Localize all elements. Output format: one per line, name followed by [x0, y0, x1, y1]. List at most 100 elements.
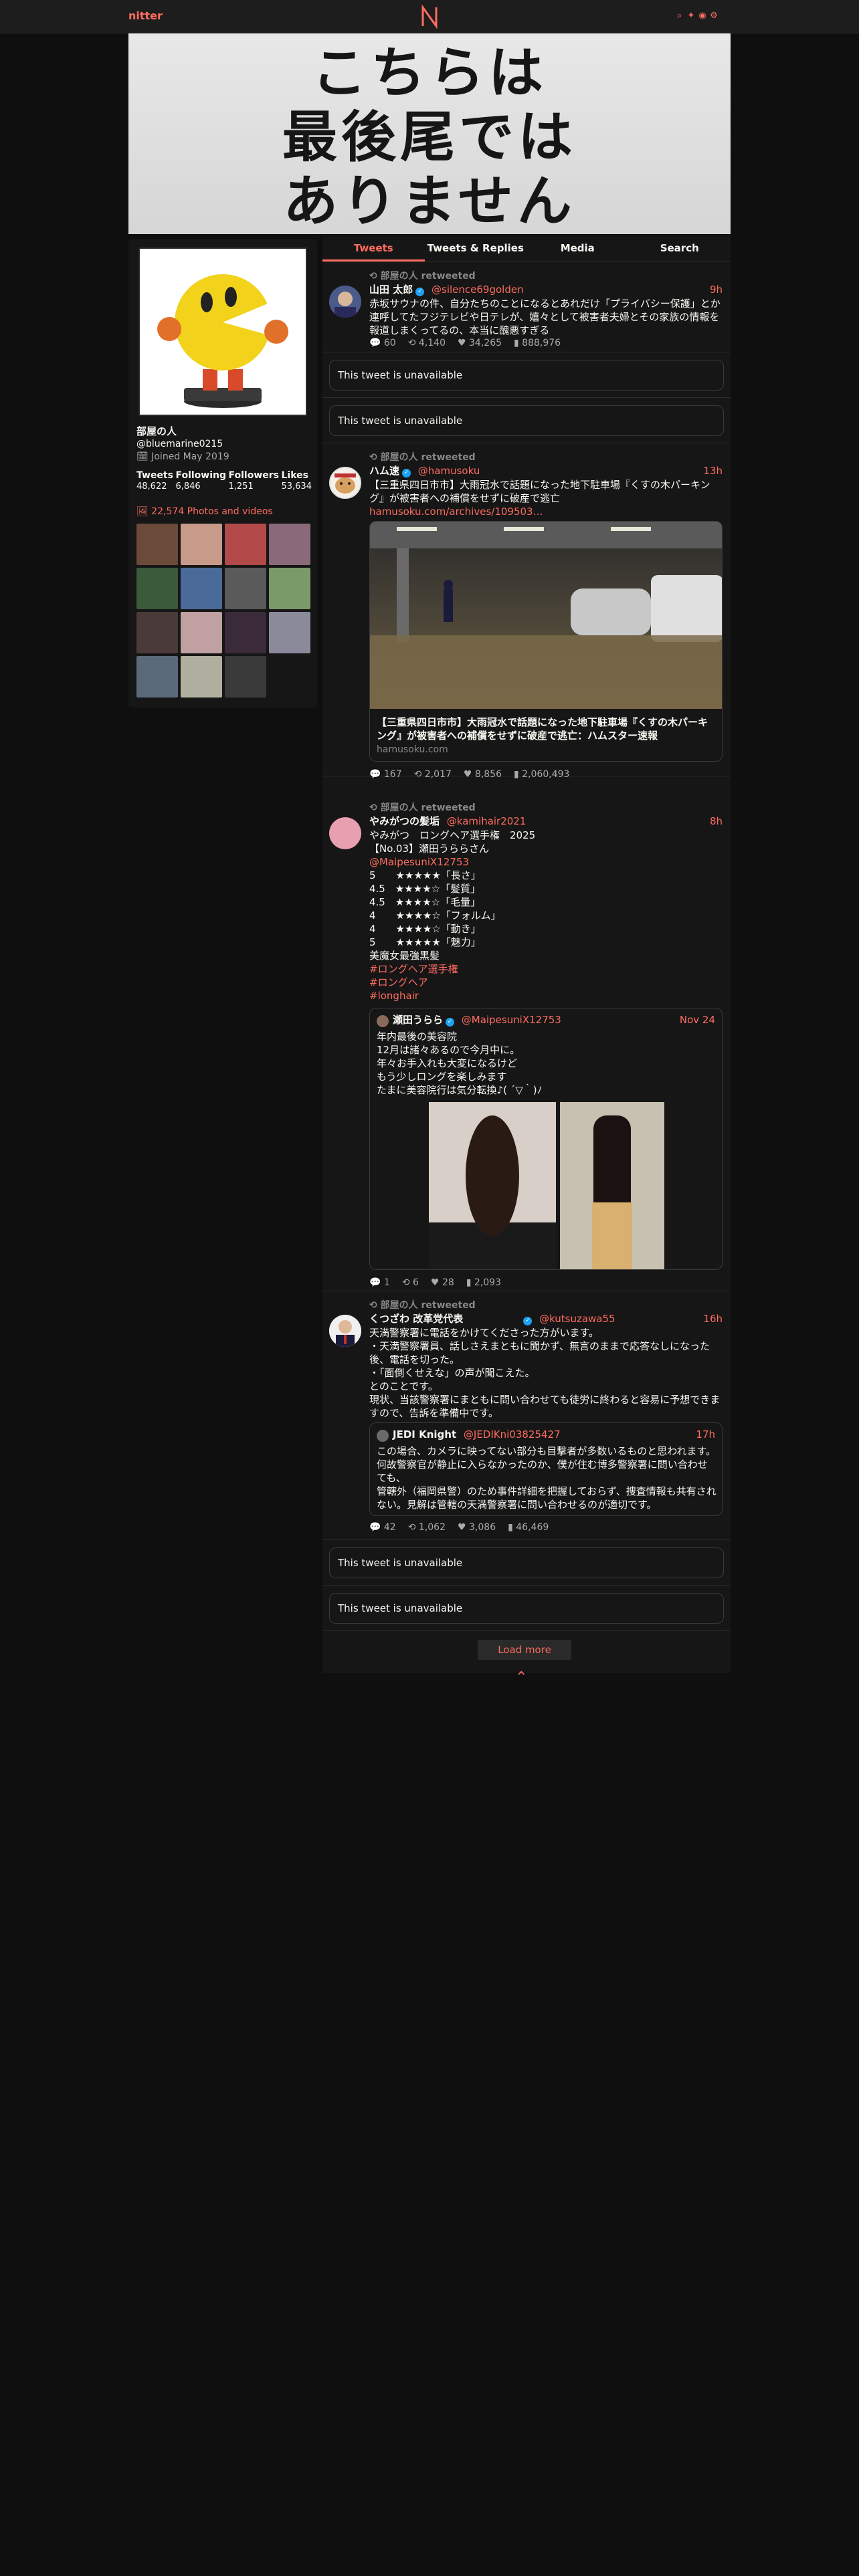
nav-icon-group: ⌕ ✦ ◉ ⚙: [676, 11, 718, 21]
profile-handle[interactable]: @bluemarine0215: [136, 438, 223, 450]
tweet-author-handle[interactable]: @hamusoku: [418, 465, 480, 477]
quoted-tweet[interactable]: 瀬田うらら ✓ @MaipesuniX12753 Nov 24 年内最後の美容院 …: [369, 1008, 723, 1270]
retweet-stat[interactable]: ⟲ 4,140: [408, 337, 446, 349]
settings-icon[interactable]: ⚙: [710, 11, 718, 21]
media-thumbnail[interactable]: [225, 656, 266, 697]
like-stat[interactable]: ♥ 34,265: [458, 337, 502, 349]
quote-timestamp[interactable]: Nov 24: [680, 1014, 715, 1027]
user-avatar[interactable]: [329, 1315, 361, 1347]
user-avatar[interactable]: [329, 817, 361, 849]
reply-stat[interactable]: 💬 167: [369, 768, 402, 780]
reply-count: 42: [383, 1522, 396, 1533]
nitter-n-icon[interactable]: [417, 5, 442, 29]
tweet-timestamp[interactable]: 13h: [703, 465, 723, 478]
back-to-top-icon[interactable]: ⌃: [515, 1669, 527, 1688]
tweet-item[interactable]: ⟲ 部屋の人 retweeted やみがつの髪垢 @kamihair2021 8…: [322, 794, 731, 1291]
load-more-button[interactable]: Load more: [478, 1640, 571, 1660]
tweet-timestamp[interactable]: 16h: [703, 1313, 723, 1326]
photos-videos-link[interactable]: 🖼 22,574 Photos and videos: [136, 506, 273, 518]
tab-media[interactable]: Media: [527, 235, 629, 261]
media-thumbnail[interactable]: [136, 656, 178, 697]
retweet-icon: ⟲: [369, 271, 381, 282]
media-thumbnail[interactable]: [269, 524, 310, 565]
like-stat[interactable]: ♥ 28: [431, 1277, 454, 1289]
view-stat[interactable]: ▮ 2,093: [466, 1277, 501, 1289]
tweet-item[interactable]: ⟲ 部屋の人 retweeted くつざわ 改革党代表 ✓ @kutsuzawa5…: [322, 1291, 731, 1540]
reply-stat[interactable]: 💬 1: [369, 1277, 390, 1289]
tab-tweets-replies[interactable]: Tweets & Replies: [425, 235, 527, 261]
media-thumbnail[interactable]: [225, 612, 266, 653]
tweet-link[interactable]: hamusoku.com/archives/109503…: [369, 505, 723, 518]
view-count: 888,976: [522, 338, 561, 348]
tab-search[interactable]: Search: [629, 235, 731, 261]
tweet-author-name[interactable]: ハム速: [369, 465, 399, 477]
quote-author-handle[interactable]: @JEDIKni03825427: [464, 1428, 561, 1440]
quote-avatar[interactable]: [377, 1430, 389, 1442]
rss-icon[interactable]: ◉: [698, 11, 706, 21]
like-count: 28: [442, 1277, 454, 1288]
tweet-mention-link[interactable]: @MaipesuniX12753: [369, 855, 723, 869]
quote-author-handle[interactable]: @MaipesuniX12753: [462, 1014, 561, 1026]
view-stat[interactable]: ▮ 46,469: [508, 1521, 549, 1533]
link-card[interactable]: 【三重県四日市市】大雨冠水で話題になった地下駐車場『くすの木パーキング』が被害者…: [369, 521, 723, 762]
user-avatar[interactable]: [329, 286, 361, 318]
quote-author-name[interactable]: 瀬田うらら: [393, 1014, 443, 1026]
retweet-stat[interactable]: ⟲ 2,017: [414, 768, 452, 780]
media-thumbnail[interactable]: [269, 568, 310, 609]
stat-likes[interactable]: Likes 53,634: [281, 469, 312, 493]
stat-value: 48,622: [136, 481, 167, 492]
tweet-author-name[interactable]: くつざわ 改革党代表: [369, 1313, 463, 1325]
reply-stat[interactable]: 💬 42: [369, 1521, 396, 1533]
media-thumbnail[interactable]: [225, 524, 266, 565]
retweet-header: ⟲ 部屋の人 retweeted: [369, 451, 476, 463]
retweet-stat[interactable]: ⟲ 6: [402, 1277, 419, 1289]
profile-banner[interactable]: こちらは 最後尾では ありません: [128, 33, 731, 234]
retweet-text: 部屋の人 retweeted: [380, 452, 476, 463]
view-stat[interactable]: ▮ 2,060,493: [514, 768, 569, 780]
media-thumbnail[interactable]: [181, 524, 222, 565]
media-thumbnail[interactable]: [136, 524, 178, 565]
tweet-header: くつざわ 改革党代表 ✓ @kutsuzawa55 16h: [369, 1313, 723, 1326]
media-thumbnail[interactable]: [181, 612, 222, 653]
tweet-author-name[interactable]: やみがつの髪垢: [369, 815, 440, 827]
media-thumbnail[interactable]: [136, 612, 178, 653]
nitter-logo-link[interactable]: nitter: [128, 9, 163, 23]
media-thumbnail[interactable]: [181, 568, 222, 609]
view-stat[interactable]: ▮ 888,976: [514, 337, 561, 349]
stat-label: Following: [175, 470, 227, 481]
tweet-item[interactable]: ⟲ 部屋の人 retweeted ハム速 ✓ @hamusoku 13h 【三重県…: [322, 443, 731, 780]
hashtag-link[interactable]: #longhair: [369, 989, 723, 1002]
stat-followers[interactable]: Followers 1,251: [229, 469, 280, 493]
media-thumbnail[interactable]: [136, 568, 178, 609]
tweet-timestamp[interactable]: 9h: [710, 284, 723, 297]
quote-avatar[interactable]: [377, 1015, 389, 1027]
user-avatar[interactable]: [329, 467, 361, 499]
tweet-item[interactable]: ⟲ 部屋の人 retweeted 山田 太郎 ✓ @silence69golden…: [322, 262, 731, 352]
stat-tweets[interactable]: Tweets 48,622: [136, 469, 173, 493]
reply-stat[interactable]: 💬 60: [369, 337, 396, 349]
hashtag-link[interactable]: #ロングヘア: [369, 976, 723, 989]
media-thumbnail[interactable]: [269, 612, 310, 653]
media-thumbnail[interactable]: [181, 656, 222, 697]
unavailable-notice: This tweet is unavailable: [329, 1547, 724, 1578]
tweet-author-name[interactable]: 山田 太郎: [369, 284, 413, 296]
hashtag-link[interactable]: #ロングヘア選手権: [369, 962, 723, 976]
like-stat[interactable]: ♥ 3,086: [458, 1521, 496, 1533]
quote-timestamp[interactable]: 17h: [696, 1428, 715, 1442]
like-stat[interactable]: ♥ 8,856: [464, 768, 502, 780]
tweet-author-handle[interactable]: @kutsuzawa55: [539, 1313, 615, 1325]
quote-text: この場合、カメラに映ってない部分も目撃者が多数いるものと思われます。 何故警察官…: [377, 1445, 717, 1511]
tweet-author-handle[interactable]: @kamihair2021: [447, 815, 527, 827]
tweet-author-handle[interactable]: @silence69golden: [432, 284, 524, 296]
tweet-timestamp[interactable]: 8h: [710, 815, 723, 829]
quoted-tweet[interactable]: JEDI Knight @JEDIKni03825427 17h この場合、カメ…: [369, 1422, 723, 1516]
stat-following[interactable]: Following 6,846: [175, 469, 226, 493]
profile-stats: Tweets 48,622 Following 6,846 Followers 1,2…: [136, 469, 312, 493]
twitter-icon[interactable]: ✦: [687, 11, 695, 21]
media-thumbnail[interactable]: [225, 568, 266, 609]
quote-author-name[interactable]: JEDI Knight: [393, 1428, 456, 1440]
tab-tweets[interactable]: Tweets: [322, 235, 425, 261]
retweet-stat[interactable]: ⟲ 1,062: [408, 1521, 446, 1533]
profile-avatar[interactable]: [138, 247, 307, 416]
search-icon[interactable]: ⌕: [676, 11, 684, 21]
